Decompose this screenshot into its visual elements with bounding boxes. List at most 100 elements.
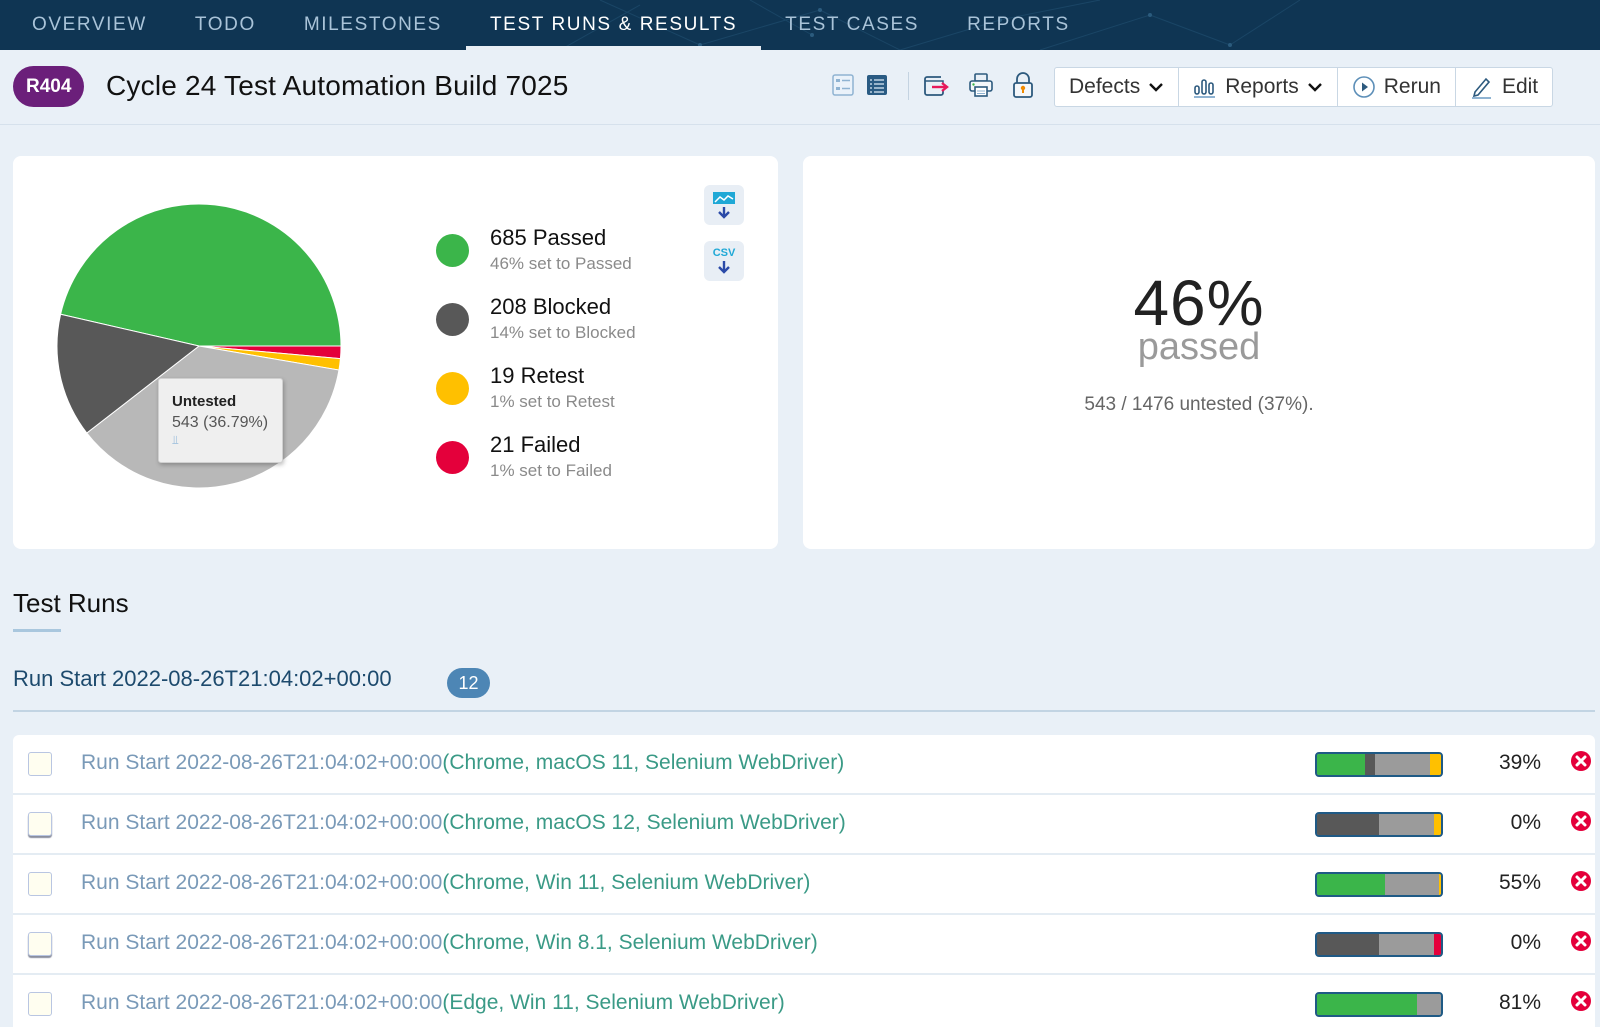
compact-view-icon [832,74,854,96]
status-chart-card: Untested 543 (36.79%) ⫫ 685 Passed 46% s… [13,156,778,549]
delete-run-button[interactable] [1570,810,1592,832]
progress-segment-retest [1429,754,1441,775]
run-select-checkbox[interactable] [28,752,52,776]
rerun-button[interactable]: Rerun [1338,68,1456,106]
export-image-button[interactable] [704,185,744,225]
run-link[interactable]: Run Start 2022-08-26T21:04:02+00:00(Edge… [81,991,785,1015]
test-run-list: Run Start 2022-08-26T21:04:02+00:00(Chro… [13,735,1595,1027]
progress-segment-untested [1375,754,1430,775]
bar-chart-icon [1194,79,1216,98]
tab-milestones[interactable]: MILESTONES [280,0,466,50]
progress-segment-untested [1379,934,1434,955]
progress-segment-retest [1433,814,1441,835]
run-select-checkbox[interactable] [28,932,52,956]
progress-segment-blocked [1317,814,1379,835]
print-icon [969,73,993,97]
expand-icon: ⫫ [172,433,179,447]
run-config: (Chrome, macOS 12, Selenium WebDriver) [442,811,846,834]
run-name: Run Start 2022-08-26T21:04:02+00:00 [81,751,443,774]
chevron-down-icon [1149,83,1164,92]
legend-count: 19 Retest [490,363,585,388]
legend-item-retest: 19 Retest 1% set to Retest [436,362,636,431]
run-select-checkbox[interactable] [28,812,52,836]
legend-count: 685 Passed [490,225,607,250]
tab-test-runs-results[interactable]: TEST RUNS & RESULTS [465,0,762,50]
run-name: Run Start 2022-08-26T21:04:02+00:00 [81,931,443,954]
run-group-count-badge: 12 [447,668,490,698]
run-config: (Chrome, macOS 11, Selenium WebDriver) [442,751,845,774]
legend-item-blocked: 208 Blocked 14% set to Blocked [436,293,636,362]
rerun-label: Rerun [1383,75,1441,98]
reports-dropdown-button[interactable]: Reports [1179,68,1338,106]
run-link[interactable]: Run Start 2022-08-26T21:04:02+00:00(Chro… [81,751,844,775]
edit-label: Edit [1501,75,1539,98]
lock-icon [1013,72,1033,98]
legend-dot-blocked [436,303,469,336]
legend-sub: 1% set to Failed [490,461,612,480]
compact-view-button[interactable] [828,70,858,100]
test-run-row: Run Start 2022-08-26T21:04:02+00:00(Edge… [13,975,1595,1027]
delete-run-button[interactable] [1570,930,1592,952]
progress-segment-retest [1438,874,1441,895]
chart-legend: 685 Passed 46% set to Passed 208 Blocked… [436,224,636,500]
test-run-row: Run Start 2022-08-26T21:04:02+00:00(Chro… [13,795,1595,855]
run-select-checkbox[interactable] [28,872,52,896]
defects-label: Defects [1069,75,1141,98]
progress-segment-untested [1385,874,1439,895]
tooltip-title: Untested [172,393,237,410]
reports-label: Reports [1225,75,1299,98]
lock-button[interactable] [1008,70,1038,100]
close-circle-icon [1571,871,1591,891]
run-select-checkbox[interactable] [28,992,52,1016]
pass-rate-label: passed [1137,326,1261,368]
run-link[interactable]: Run Start 2022-08-26T21:04:02+00:00(Chro… [81,931,818,955]
run-pass-percent: 0% [1510,811,1541,834]
export-button[interactable] [922,70,952,100]
pencil-icon [1471,77,1491,99]
run-pass-percent: 0% [1510,931,1541,954]
legend-sub: 46% set to Passed [490,254,632,273]
test-runs-heading: Test Runs [13,588,129,618]
defects-dropdown-button[interactable]: Defects [1055,68,1180,106]
run-progress-bar [1315,992,1443,1017]
csv-label: CSV [712,246,736,259]
legend-item-passed: 685 Passed 46% set to Passed [436,224,636,293]
chevron-down-icon [1307,83,1322,92]
run-pass-percent: 39% [1498,751,1541,774]
progress-segment-blocked [1365,754,1376,775]
legend-item-failed: 21 Failed 1% set to Failed [436,431,636,500]
chart-tooltip: Untested 543 (36.79%) ⫫ [158,378,283,463]
detailed-view-button[interactable] [862,70,892,100]
print-button[interactable] [966,70,996,100]
run-pass-percent: 55% [1498,871,1541,894]
delete-run-button[interactable] [1570,870,1592,892]
detailed-view-icon [867,75,887,95]
edit-button[interactable]: Edit [1456,68,1552,106]
untested-note: 543 / 1476 untested (37%). [1084,394,1314,415]
tab-overview[interactable]: OVERVIEW [0,0,171,50]
run-link[interactable]: Run Start 2022-08-26T21:04:02+00:00(Chro… [81,811,846,835]
delete-run-button[interactable] [1570,750,1592,772]
run-pass-percent: 81% [1498,991,1541,1014]
test-run-row: Run Start 2022-08-26T21:04:02+00:00(Chro… [13,855,1595,915]
group-divider [13,710,1595,712]
legend-dot-failed [436,441,469,474]
run-group-title[interactable]: Run Start 2022-08-26T21:04:02+00:00 [13,666,392,692]
tooltip-value: 543 (36.79%) [172,414,269,431]
progress-segment-blocked [1317,934,1379,955]
run-link[interactable]: Run Start 2022-08-26T21:04:02+00:00(Chro… [81,871,810,895]
progress-segment-passed [1317,754,1366,775]
test-run-row: Run Start 2022-08-26T21:04:02+00:00(Chro… [13,915,1595,975]
close-circle-icon [1571,931,1591,951]
tab-test-cases[interactable]: TEST CASES [761,0,943,50]
progress-segment-untested [1417,994,1441,1015]
close-circle-icon [1571,991,1591,1011]
delete-run-button[interactable] [1570,990,1592,1012]
tab-reports[interactable]: REPORTS [943,0,1094,50]
run-name: Run Start 2022-08-26T21:04:02+00:00 [81,991,443,1014]
legend-count: 21 Failed [490,432,581,457]
tab-todo[interactable]: TODO [171,0,280,50]
download-arrow-icon [718,260,730,274]
export-csv-button[interactable]: CSV [704,241,744,281]
legend-dot-retest [436,372,469,405]
